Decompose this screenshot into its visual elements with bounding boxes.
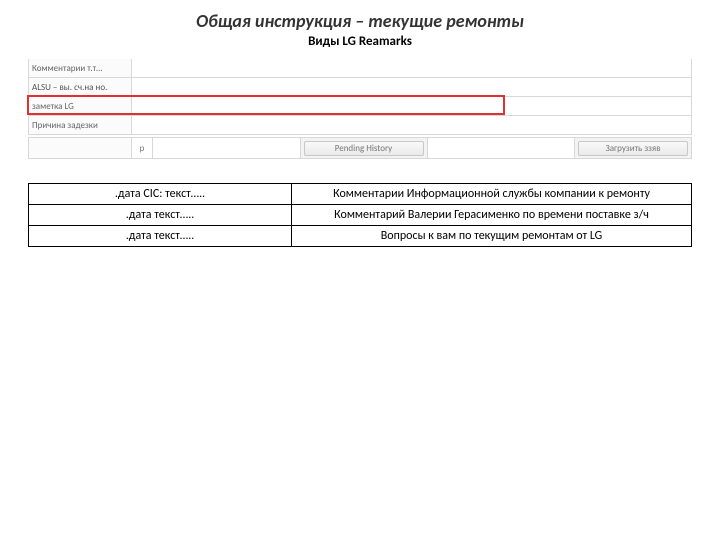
map-left-2: .дата текст….. [29, 226, 292, 247]
row-label-delay-reason: Причина задезки [29, 116, 132, 135]
load-apps-button[interactable]: Загрузить ззяв [578, 141, 688, 156]
row-field-lg-note[interactable] [132, 97, 692, 116]
row-label-comments: Комментарии т.т… [29, 59, 132, 78]
row-field-comments[interactable] [132, 59, 692, 78]
row-label-lg-note: заметка LG [29, 97, 132, 116]
mapping-table: .дата CIC: текст….. Комментарии Информац… [28, 183, 692, 247]
map-right-2: Вопросы к вам по текущим ремонтам от LG [292, 226, 692, 247]
row-label-alsu: ALSU – вы. сч.на но. [29, 78, 132, 97]
bottom-bar-gap1 [153, 138, 301, 159]
row-field-alsu[interactable] [132, 78, 692, 97]
remarks-form: Комментарии т.т… ALSU – вы. сч.на но. за… [28, 59, 692, 135]
row-field-delay-reason[interactable] [132, 116, 692, 135]
map-right-1: Комментарий Валерии Герасименко по време… [292, 205, 692, 226]
pending-history-button[interactable]: Pending History [304, 141, 424, 156]
map-left-1: .дата текст….. [29, 205, 292, 226]
page-title: Общая инструкция – текущие ремонты [28, 10, 692, 32]
bottom-bar-gap2 [427, 138, 575, 159]
form-bottom-bar: p Pending History Загрузить ззяв [28, 137, 692, 159]
map-left-0: .дата CIC: текст….. [29, 184, 292, 205]
map-right-0: Комментарии Информационной службы компан… [292, 184, 692, 205]
bottom-bar-letter: p [132, 138, 153, 159]
bottom-bar-spacer-label [29, 138, 132, 159]
page-subtitle: Виды LG Reamarks [28, 34, 692, 49]
